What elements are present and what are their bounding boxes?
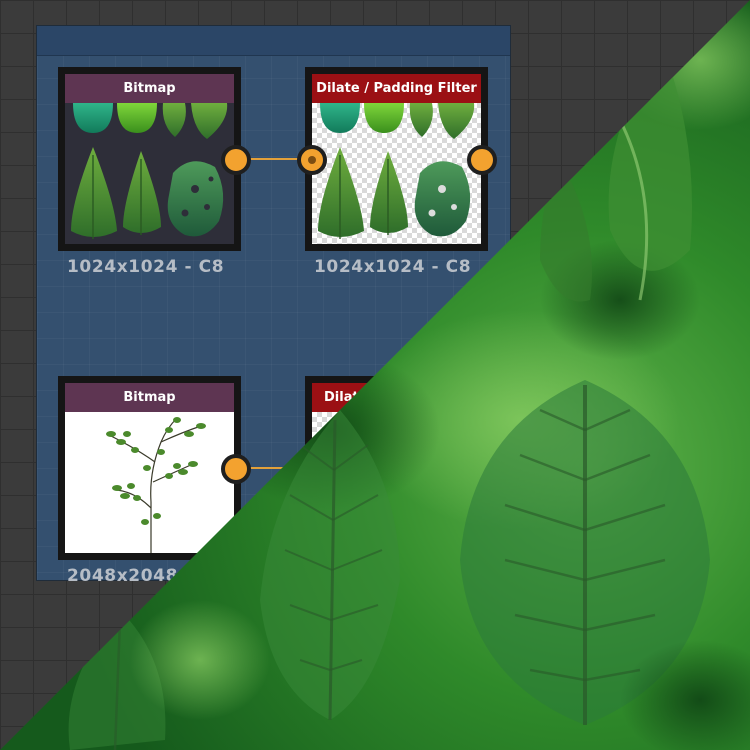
foliage-render-overlay — [0, 0, 750, 750]
